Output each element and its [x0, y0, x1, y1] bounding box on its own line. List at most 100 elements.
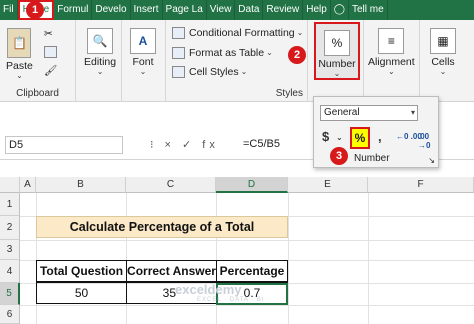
dialog-launcher-icon[interactable]: ↘: [428, 156, 435, 165]
percent-style-button[interactable]: %: [350, 127, 370, 149]
gridline: [20, 305, 474, 306]
cut-button[interactable]: ✂: [44, 28, 53, 40]
font-group: A Font ⌄: [122, 20, 166, 102]
chevron-down-icon: ⌄: [439, 67, 447, 76]
tab-insert[interactable]: Insert: [131, 0, 163, 20]
number-button[interactable]: % Number ⌄: [314, 22, 360, 80]
gridline: [36, 193, 37, 324]
row-header-6[interactable]: 6: [0, 305, 20, 324]
select-all-corner[interactable]: [0, 177, 20, 193]
chevron-down-icon: ⌄: [388, 67, 395, 76]
search-icon: 🔍: [87, 28, 114, 54]
tab-developer[interactable]: Develo: [92, 0, 131, 20]
cells-group: ▦ Cells ⌄: [420, 20, 474, 102]
format-as-table-button[interactable]: Format as Table ⌄: [172, 47, 273, 59]
editing-button[interactable]: 🔍 Editing ⌄: [84, 28, 116, 76]
chevron-down-icon: ⌄: [240, 67, 248, 76]
tab-formulas[interactable]: Formul: [54, 0, 93, 20]
number-format-value: General: [324, 107, 360, 118]
column-header-f[interactable]: F: [368, 177, 474, 193]
row-header-5[interactable]: 5: [0, 283, 20, 305]
conditional-formatting-icon: [172, 27, 185, 39]
gridline: [126, 193, 127, 324]
row-header-4[interactable]: 4: [0, 260, 20, 283]
editing-group: 🔍 Editing ⌄: [76, 20, 122, 102]
clipboard-icon: 📋: [7, 28, 32, 58]
cells-button[interactable]: ▦ Cells ⌄: [430, 28, 456, 76]
tab-file[interactable]: Fil: [0, 0, 18, 20]
exceldemy-watermark: exceldemy EXCEL · DATA · BI: [175, 282, 265, 303]
cell-b5[interactable]: 50: [36, 282, 127, 304]
header-percentage[interactable]: Percentage: [216, 260, 288, 282]
alignment-button[interactable]: ≡ Alignment ⌄: [368, 28, 415, 76]
paste-button[interactable]: 📋 Paste ⌄: [6, 28, 33, 80]
column-header-a[interactable]: A: [20, 177, 36, 193]
chevron-down-icon[interactable]: ⌄: [336, 133, 343, 142]
chevron-down-icon: ⌄: [16, 71, 23, 80]
decrease-decimal-button[interactable]: .00 →0: [418, 132, 438, 150]
chevron-down-icon: ▾: [410, 108, 415, 117]
number-group: % Number ⌄: [308, 20, 364, 102]
gridline: [288, 193, 289, 324]
cell-styles-icon: [172, 66, 185, 78]
tab-page-layout[interactable]: Page La: [163, 0, 207, 20]
column-header-c[interactable]: C: [126, 177, 216, 193]
chevron-down-icon: ⌄: [266, 48, 273, 57]
header-total-question[interactable]: Total Question: [36, 260, 127, 282]
watermark-tagline: EXCEL · DATA · BI: [197, 297, 265, 303]
gridline: [216, 193, 217, 324]
clipboard-group-label: Clipboard: [16, 88, 59, 99]
tab-view[interactable]: View: [207, 0, 236, 20]
chevron-down-icon: ⌄: [333, 69, 341, 78]
column-header-e[interactable]: E: [288, 177, 368, 193]
tab-data[interactable]: Data: [235, 0, 264, 20]
step-badge-3: 3: [330, 147, 348, 165]
alignment-group: ≡ Alignment ⌄: [364, 20, 420, 102]
comma-style-button[interactable]: ,: [378, 129, 382, 144]
conditional-formatting-label: Conditional Formatting: [189, 27, 295, 39]
format-painter-button[interactable]: 🖌: [44, 64, 57, 77]
tell-me-search[interactable]: Tell me: [349, 0, 388, 20]
formula-bar-icons[interactable]: ⁝ × ✓ fx: [150, 138, 219, 151]
font-icon: A: [130, 28, 156, 54]
cell-styles-button[interactable]: Cell Styles ⌄: [172, 66, 247, 78]
styles-group-label: Styles: [275, 88, 303, 99]
table-icon: [172, 47, 185, 59]
clipboard-group: 📋 Paste ⌄ ✂ 🖌 Clipboard: [0, 20, 76, 102]
sheet-title-cell[interactable]: Calculate Percentage of a Total: [36, 216, 288, 238]
percent-icon: %: [324, 30, 350, 56]
lightbulb-icon[interactable]: ◯: [331, 0, 349, 20]
header-correct-answer[interactable]: Correct Answer: [126, 260, 217, 282]
ribbon-tab-bar: Fil Home Formul Develo Insert Page La Vi…: [0, 0, 474, 20]
number-popup-label: Number: [354, 153, 390, 164]
row-header-2[interactable]: 2: [0, 216, 20, 240]
watermark-brand: exceldemy: [175, 282, 242, 297]
number-format-dropdown[interactable]: General ▾: [320, 105, 418, 121]
format-as-table-label: Format as Table: [189, 47, 265, 59]
copy-icon: [44, 46, 57, 58]
conditional-formatting-button[interactable]: Conditional Formatting ⌄: [172, 27, 303, 39]
chevron-down-icon: ⌄: [139, 67, 147, 76]
row-header-1[interactable]: 1: [0, 193, 20, 216]
paintbrush-icon: 🖌: [44, 65, 58, 77]
font-button[interactable]: A Font ⌄: [130, 28, 156, 76]
currency-format-button[interactable]: $: [322, 129, 329, 144]
tab-help[interactable]: Help: [303, 0, 331, 20]
scissors-icon: ✂: [44, 28, 53, 40]
align-icon: ≡: [378, 28, 405, 54]
row-header-3[interactable]: 3: [0, 240, 20, 260]
ribbon: 📋 Paste ⌄ ✂ 🖌 Clipboard 🔍 Editing ⌄ A Fo…: [0, 20, 474, 102]
tab-review[interactable]: Review: [263, 0, 304, 20]
column-header-d[interactable]: D: [216, 177, 288, 193]
column-header-b[interactable]: B: [36, 177, 126, 193]
step-badge-2: 2: [288, 46, 306, 64]
step-badge-1: 1: [26, 1, 44, 19]
cells-icon: ▦: [430, 28, 456, 54]
chevron-down-icon: ⌄: [96, 67, 104, 76]
gridline: [368, 193, 369, 324]
cell-styles-label: Cell Styles: [189, 66, 239, 78]
formula-input[interactable]: =C5/B5: [243, 136, 313, 154]
styles-group: Conditional Formatting ⌄ Format as Table…: [166, 20, 308, 102]
name-box[interactable]: D5: [5, 136, 123, 154]
copy-button[interactable]: [44, 46, 61, 58]
